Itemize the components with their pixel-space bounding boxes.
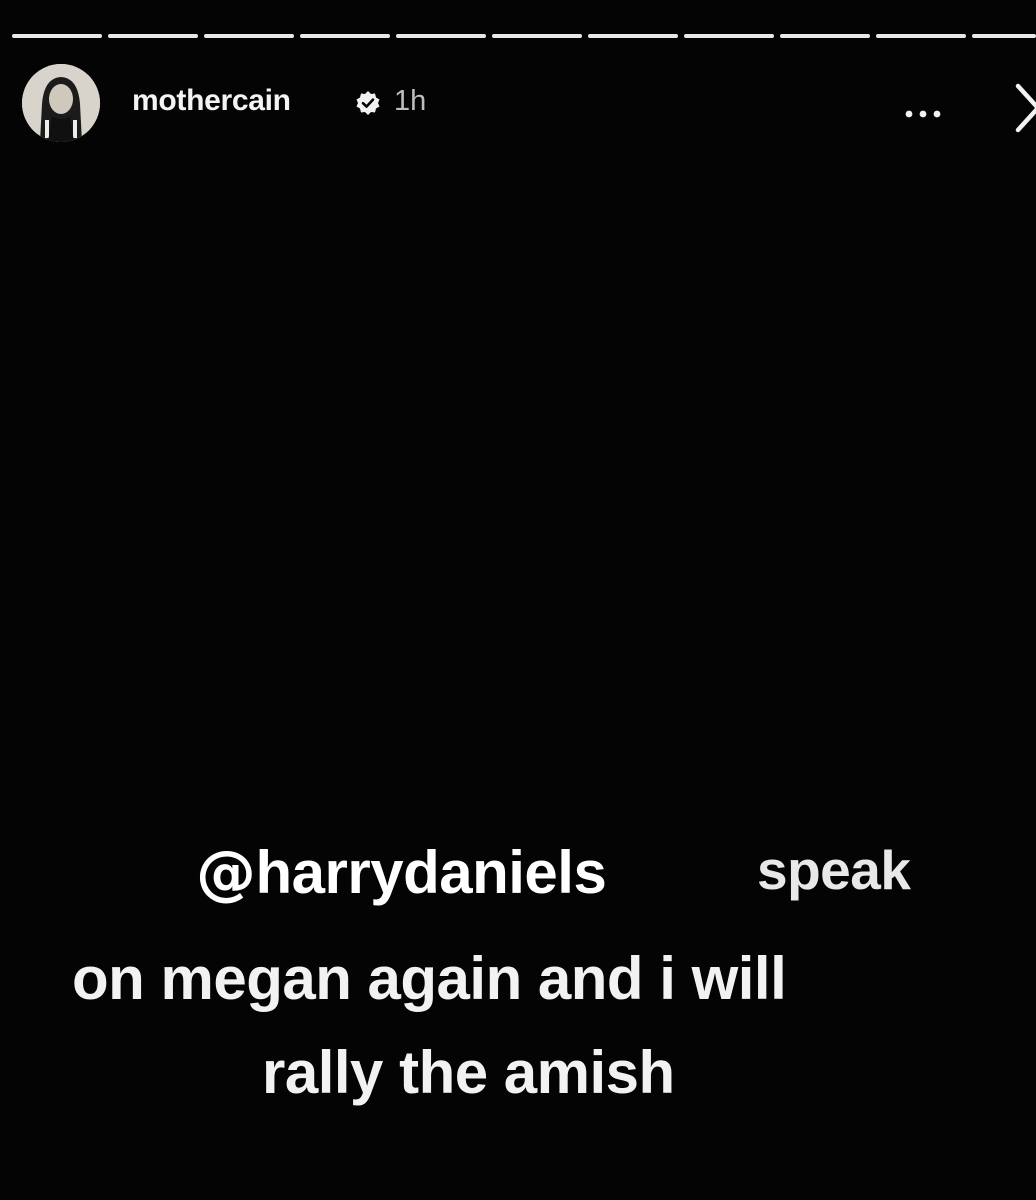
- story-header: mothercain 1h: [22, 64, 1036, 142]
- caption-word: speak: [757, 839, 911, 901]
- progress-segment: [876, 34, 966, 38]
- avatar[interactable]: [22, 64, 100, 142]
- progress-segment: [300, 34, 390, 38]
- verified-badge-icon: [356, 91, 380, 115]
- user-mention[interactable]: @harrydaniels: [196, 838, 607, 908]
- post-time: 1h: [394, 85, 427, 117]
- mention-name: harrydaniels: [255, 839, 607, 906]
- progress-segment: [588, 34, 678, 38]
- caption-text: rally the amish: [262, 1039, 675, 1106]
- progress-segment: [684, 34, 774, 38]
- progress-segment: [396, 34, 486, 38]
- progress-segment: [12, 34, 102, 38]
- mention-symbol: @: [196, 838, 256, 908]
- more-options-icon[interactable]: [902, 104, 956, 124]
- progress-segment: [108, 34, 198, 38]
- progress-segment: [492, 34, 582, 38]
- progress-segment: [972, 34, 1036, 38]
- caption-text: on megan again and i will: [72, 945, 787, 1012]
- story-viewer[interactable]: mothercain 1h @harrydaniels speak on meg…: [0, 0, 1036, 1200]
- username[interactable]: mothercain: [132, 84, 291, 118]
- close-icon[interactable]: [996, 76, 1036, 138]
- progress-segment: [780, 34, 870, 38]
- progress-segment: [204, 34, 294, 38]
- story-progress-bar: [12, 34, 1036, 39]
